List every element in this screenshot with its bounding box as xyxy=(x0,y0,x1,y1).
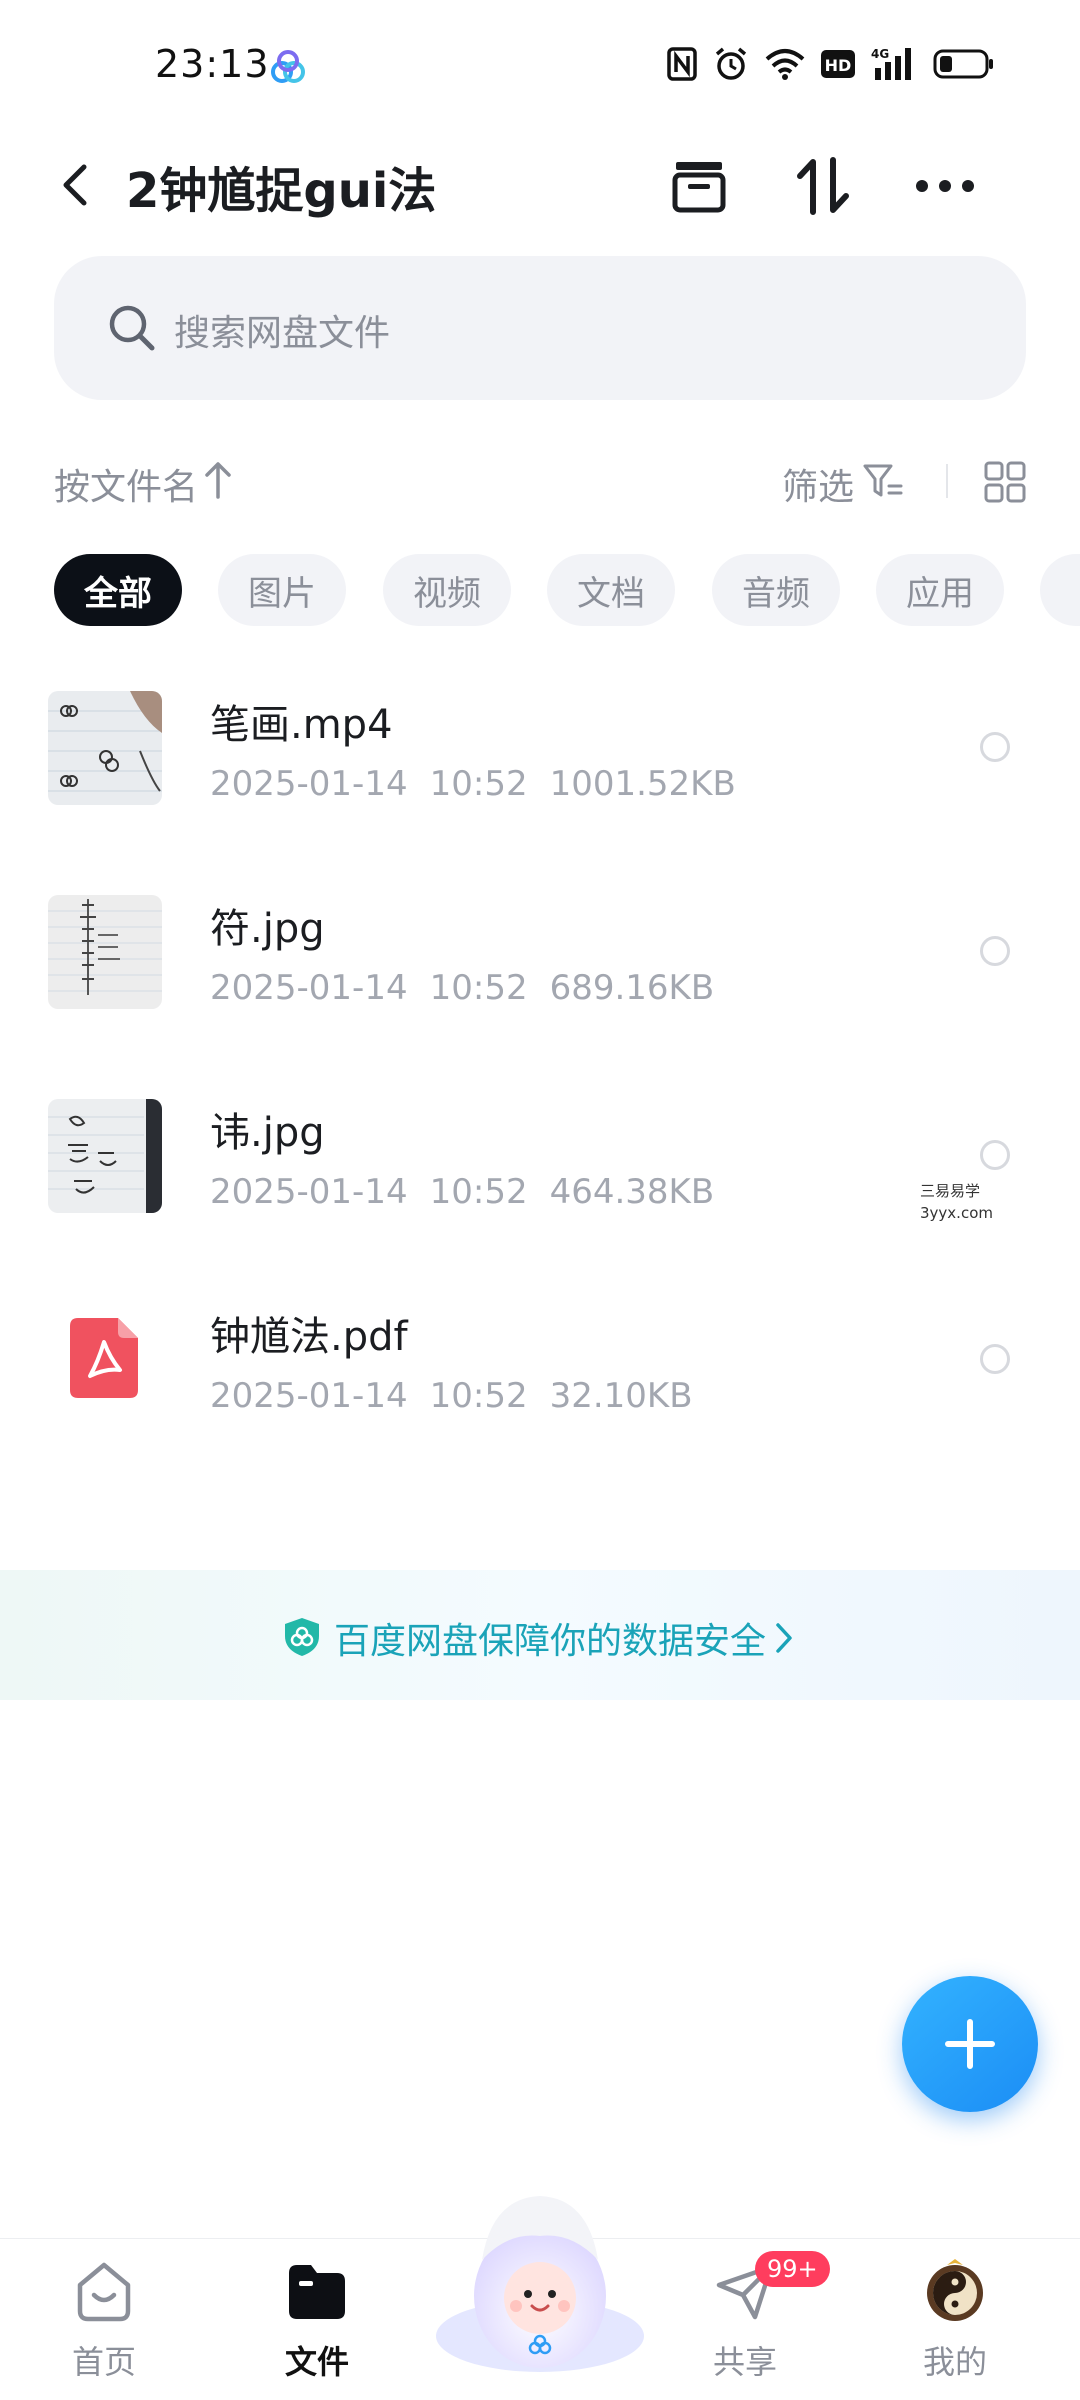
baidu-netdisk-logo-icon xyxy=(271,50,305,83)
nav-label-home: 首页 xyxy=(71,2343,136,2381)
more-dots-icon xyxy=(916,180,974,192)
file-time: 10:52 xyxy=(429,764,528,804)
search-input[interactable]: 搜索网盘文件 xyxy=(54,256,1026,400)
battery-icon xyxy=(933,49,993,79)
file-meta: 2025-01-14 10:52 1001.52KB xyxy=(210,764,758,804)
search-placeholder: 搜索网盘文件 xyxy=(174,313,391,354)
file-size: 464.38KB xyxy=(549,1172,715,1212)
sort-order-button[interactable] xyxy=(788,151,858,221)
nav-profile[interactable]: 我的 xyxy=(885,2259,1025,2399)
more-options-button[interactable] xyxy=(910,151,980,221)
plus-icon xyxy=(945,2019,995,2069)
sort-by-name-button[interactable]: 按文件名 xyxy=(54,458,198,510)
back-button[interactable] xyxy=(45,155,105,215)
svg-text:4G: 4G xyxy=(871,47,889,61)
nav-files[interactable]: 文件 xyxy=(247,2259,387,2399)
folder-icon xyxy=(289,2265,345,2319)
archive-box-icon xyxy=(672,162,726,213)
select-radio[interactable] xyxy=(980,732,1010,762)
chevron-right-icon xyxy=(776,1623,792,1653)
cellular-signal-icon: 4G xyxy=(871,47,911,80)
watermark-line1: 三易易学 xyxy=(920,1182,981,1200)
tab-documents[interactable]: 文档 xyxy=(547,554,675,626)
svg-text:HD: HD xyxy=(825,56,852,75)
select-radio[interactable] xyxy=(980,1344,1010,1374)
list-item[interactable]: 讳.jpg 2025-01-14 10:52 464.38KB xyxy=(0,1088,1080,1268)
page-title: 2钟馗捉gui法 xyxy=(126,163,437,219)
security-banner[interactable]: 百度网盘保障你的数据安全 xyxy=(0,1570,1080,1700)
watermark: 三易易学 3yyx.com xyxy=(920,1180,993,1224)
file-date: 2025-01-14 xyxy=(210,968,408,1008)
chevron-left-icon xyxy=(63,164,87,206)
file-size: 32.10KB xyxy=(549,1376,693,1416)
file-time: 10:52 xyxy=(429,1172,528,1212)
nav-label-profile: 我的 xyxy=(922,2343,987,2381)
file-size: 1001.52KB xyxy=(549,764,736,804)
file-date: 2025-01-14 xyxy=(210,764,408,804)
nfc-icon xyxy=(667,47,697,81)
filter-button[interactable]: 筛选 xyxy=(782,458,854,510)
file-browser-screen: 23:13 HD 4G 2钟馗捉gui法 搜索网盘文件 按文件名 筛选 全部 图… xyxy=(0,0,1080,2400)
sort-arrows-icon xyxy=(797,157,849,215)
mascot-assistant-icon[interactable] xyxy=(432,2176,648,2376)
header: 2钟馗捉gui法 xyxy=(0,135,1080,235)
file-meta: 2025-01-14 10:52 464.38KB xyxy=(210,1172,736,1212)
file-name: 符.jpg xyxy=(210,906,325,952)
list-item[interactable]: 钟馗法.pdf 2025-01-14 10:52 32.10KB xyxy=(0,1292,1080,1472)
file-size: 689.16KB xyxy=(549,968,715,1008)
divider xyxy=(946,464,948,498)
alarm-clock-icon xyxy=(715,47,747,80)
file-date: 2025-01-14 xyxy=(210,1172,408,1212)
tab-more-partial[interactable] xyxy=(1040,554,1080,626)
select-radio[interactable] xyxy=(980,1140,1010,1170)
file-time: 10:52 xyxy=(429,1376,528,1416)
add-file-button[interactable] xyxy=(902,1976,1038,2112)
tab-videos[interactable]: 视频 xyxy=(383,554,511,626)
tab-images[interactable]: 图片 xyxy=(218,554,346,626)
nav-home[interactable]: 首页 xyxy=(34,2259,174,2399)
nav-label-share: 共享 xyxy=(712,2343,777,2381)
file-time: 10:52 xyxy=(429,968,528,1008)
security-text: 百度网盘保障你的数据安全 xyxy=(334,1621,767,1662)
tab-apps[interactable]: 应用 xyxy=(876,554,1004,626)
file-name: 笔画.mp4 xyxy=(210,702,393,748)
arrow-up-icon xyxy=(205,462,231,499)
image-thumbnail-icon xyxy=(48,895,162,1009)
transfer-list-button[interactable] xyxy=(664,151,734,221)
list-item[interactable]: 笔画.mp4 2025-01-14 10:52 1001.52KB xyxy=(0,680,1080,860)
notification-badge: 99+ xyxy=(755,2251,830,2287)
select-radio[interactable] xyxy=(980,936,1010,966)
file-date: 2025-01-14 xyxy=(210,1376,408,1416)
image-thumbnail-icon xyxy=(48,1099,162,1213)
status-time: 23:13 xyxy=(155,42,270,86)
list-item[interactable]: 符.jpg 2025-01-14 10:52 689.16KB xyxy=(0,884,1080,1064)
file-name: 讳.jpg xyxy=(210,1110,325,1156)
status-bar: 23:13 HD 4G xyxy=(0,0,1080,130)
pdf-file-icon xyxy=(70,1318,138,1398)
sort-filter-bar: 按文件名 筛选 xyxy=(0,446,1080,516)
file-meta: 2025-01-14 10:52 689.16KB xyxy=(210,968,736,1008)
grid-view-icon[interactable] xyxy=(983,460,1027,504)
home-icon xyxy=(77,2262,131,2322)
shield-icon xyxy=(285,1618,319,1656)
tab-all[interactable]: 全部 xyxy=(54,554,182,626)
video-thumbnail-icon xyxy=(48,691,162,805)
hd-voice-icon: HD xyxy=(821,50,855,78)
tab-audio[interactable]: 音频 xyxy=(712,554,840,626)
nav-share[interactable]: 99+ 共享 xyxy=(675,2251,830,2399)
file-name: 钟馗法.pdf xyxy=(210,1314,408,1360)
nav-label-files: 文件 xyxy=(284,2343,349,2381)
profile-avatar-icon xyxy=(927,2259,983,2321)
status-icons: HD 4G xyxy=(667,46,995,82)
watermark-line2: 3yyx.com xyxy=(920,1204,993,1222)
wifi-icon xyxy=(765,49,805,80)
filter-funnel-icon xyxy=(863,464,903,497)
category-tabs: 全部 图片 视频 文档 音频 应用 xyxy=(54,554,1080,628)
search-icon xyxy=(109,305,155,351)
file-meta: 2025-01-14 10:52 32.10KB xyxy=(210,1376,715,1416)
